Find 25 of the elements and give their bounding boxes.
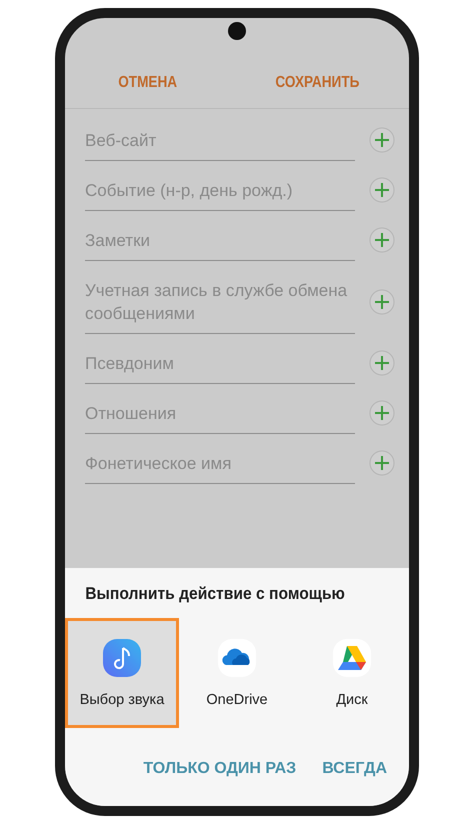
add-icon[interactable] <box>369 350 395 376</box>
app-option[interactable]: Выбор звука <box>65 618 179 728</box>
input-field[interactable]: Отношения <box>85 388 355 434</box>
sheet-title: Выполнить действие с помощью <box>84 584 346 605</box>
action-button[interactable]: ВСЕГДА <box>322 756 387 782</box>
add-icon[interactable] <box>369 127 395 153</box>
triangle-logo-icon <box>332 638 372 678</box>
action-button[interactable]: ОТМЕНА <box>116 70 179 96</box>
input-field[interactable]: Заметки <box>85 215 355 261</box>
action-button[interactable]: СОХРАНИТЬ <box>274 70 362 96</box>
input-field[interactable]: Веб-сайт <box>85 115 355 161</box>
cloud-icon <box>217 638 257 678</box>
action-button[interactable]: ТОЛЬКО ОДИН РАЗ <box>143 756 296 782</box>
music-note-icon <box>102 638 142 678</box>
add-icon[interactable] <box>369 177 395 203</box>
input-field[interactable]: Учетная запись в службе обмена сообщениями <box>85 265 355 334</box>
app-option[interactable]: OneDrive <box>180 618 294 728</box>
app-option[interactable]: Диск <box>295 618 409 728</box>
add-icon[interactable] <box>369 450 395 476</box>
add-icon[interactable] <box>369 288 395 314</box>
input-field[interactable]: Событие (н-р, день рожд.) <box>85 165 355 211</box>
add-icon[interactable] <box>369 227 395 253</box>
input-field[interactable]: Псевдоним <box>85 338 355 384</box>
add-icon[interactable] <box>369 400 395 426</box>
input-field[interactable]: Фонетическое имя <box>85 438 355 484</box>
